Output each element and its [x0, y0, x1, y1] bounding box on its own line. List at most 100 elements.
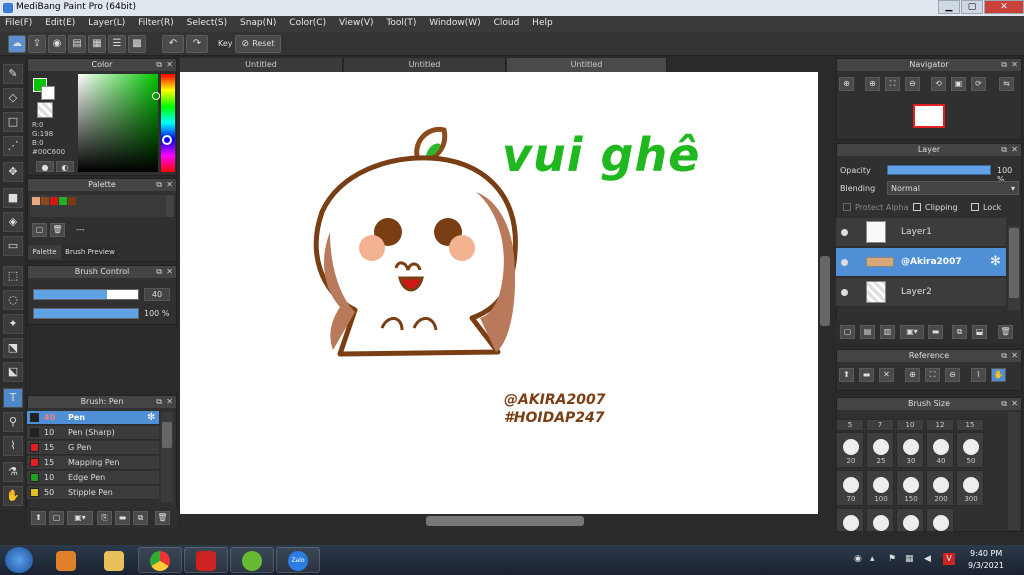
- layer-opacity-slider[interactable]: [887, 165, 991, 175]
- brush-size-cell[interactable]: [836, 508, 864, 532]
- brush-item-edge-pen[interactable]: 10 Edge Pen: [27, 471, 159, 485]
- brush-delete-icon[interactable]: 🗑: [155, 511, 170, 525]
- sub-color-swatch[interactable]: [41, 86, 55, 100]
- layer-row-layer1[interactable]: Layer1: [836, 218, 1006, 247]
- brush-size-300[interactable]: 300: [956, 470, 984, 506]
- palette-swatch[interactable]: [32, 197, 40, 205]
- brush-size-7[interactable]: 7: [866, 419, 894, 431]
- brush-dup-icon[interactable]: ⧉: [133, 511, 148, 525]
- reference-zoom-in-icon[interactable]: ⊕: [905, 368, 920, 382]
- tab-untitled-2[interactable]: Untitled: [344, 58, 506, 72]
- palette-scrollbar[interactable]: [166, 195, 174, 217]
- menu-file[interactable]: File(F): [0, 16, 37, 28]
- brush-size-70[interactable]: 70: [836, 470, 864, 506]
- brush-list-scrollbar[interactable]: [161, 412, 173, 502]
- layer-row-akira2007[interactable]: @Akira2007 ✻: [836, 248, 1006, 277]
- taskbar-chrome[interactable]: [138, 547, 182, 573]
- brush-size-30[interactable]: 30: [896, 432, 924, 468]
- menu-color[interactable]: Color(C): [284, 16, 331, 28]
- navigator-preview[interactable]: [913, 104, 945, 128]
- hue-bar[interactable]: [161, 74, 175, 172]
- tab-palette[interactable]: Palette: [28, 245, 61, 259]
- tray-chevron-icon[interactable]: ▴: [870, 554, 875, 564]
- palette-swatch[interactable]: [59, 197, 67, 205]
- new-palette-icon[interactable]: ▢: [32, 223, 47, 237]
- eye-icon[interactable]: [841, 229, 848, 236]
- panel-close-icon[interactable]: ✕: [166, 59, 173, 71]
- fill-rect-tool-icon[interactable]: ■: [3, 188, 23, 208]
- sv-cursor[interactable]: [152, 92, 160, 100]
- vertical-scroll-thumb[interactable]: [820, 256, 830, 326]
- detach-icon[interactable]: ⧉: [156, 59, 162, 71]
- vertical-scrollbar[interactable]: [818, 72, 832, 514]
- brush-new-icon[interactable]: ▢: [49, 511, 64, 525]
- detach-icon[interactable]: ⧉: [156, 396, 162, 408]
- comment-icon[interactable]: ▤: [68, 35, 86, 53]
- move-tool-icon[interactable]: ✥: [3, 162, 23, 182]
- blending-select[interactable]: Normal ▾: [887, 181, 1019, 195]
- new-layer-1bit-icon[interactable]: ▥: [880, 325, 895, 339]
- layer-scrollbar[interactable]: [1008, 226, 1020, 310]
- brush-item-pen[interactable]: 40 Pen ✻: [27, 411, 159, 425]
- panel-close-icon[interactable]: ✕: [1011, 144, 1018, 156]
- size-value[interactable]: 40: [144, 288, 170, 301]
- menu-select[interactable]: Select(S): [182, 16, 233, 28]
- brush-item-pen-sharp[interactable]: 10 Pen (Sharp): [27, 426, 159, 440]
- gear-icon[interactable]: ✻: [990, 254, 1001, 269]
- brush-size-10[interactable]: 10: [896, 419, 924, 431]
- chat-icon[interactable]: ◉: [48, 35, 66, 53]
- hue-cursor[interactable]: [162, 135, 172, 145]
- select-eraser-icon[interactable]: ⬕: [3, 362, 23, 382]
- layer-duplicate-icon[interactable]: ⧉: [952, 325, 967, 339]
- taskbar-media-player[interactable]: [44, 547, 88, 573]
- tray-network-icon[interactable]: ▦: [905, 554, 914, 564]
- brush-item-g-pen[interactable]: 15 G Pen: [27, 441, 159, 455]
- reference-dropper-icon[interactable]: ⌇: [971, 368, 986, 382]
- reference-close-icon[interactable]: ✕: [879, 368, 894, 382]
- lock-checkbox[interactable]: [971, 203, 979, 211]
- brush-size-200[interactable]: 200: [926, 470, 954, 506]
- fit-icon[interactable]: ⛶: [885, 77, 900, 91]
- menu-layer[interactable]: Layer(L): [83, 16, 130, 28]
- layer-merge-icon[interactable]: ⬓: [972, 325, 987, 339]
- layer-delete-icon[interactable]: 🗑: [998, 325, 1013, 339]
- reference-hand-icon[interactable]: ✋: [991, 368, 1006, 382]
- zoom-in-icon[interactable]: ⊕: [839, 77, 854, 91]
- brush-size-scrollbar[interactable]: [1008, 412, 1020, 530]
- brush-item-mapping-pen[interactable]: 15 Mapping Pen: [27, 456, 159, 470]
- zoom-out-icon[interactable]: ⊖: [905, 77, 920, 91]
- tab-untitled-3[interactable]: Untitled: [507, 58, 667, 72]
- document-icon[interactable]: ▦: [88, 35, 106, 53]
- layer-menu-icon[interactable]: ▣▾: [900, 325, 924, 339]
- panel-close-icon[interactable]: ✕: [166, 266, 173, 278]
- layer-scroll-thumb[interactable]: [1009, 228, 1019, 298]
- brush-size-5[interactable]: 5: [836, 419, 864, 431]
- redo-icon[interactable]: ↷: [186, 35, 208, 53]
- eye-icon[interactable]: [841, 259, 848, 266]
- close-button[interactable]: ✕: [984, 0, 1024, 14]
- transparent-swatch[interactable]: [37, 102, 53, 118]
- tray-flag-icon[interactable]: ⚑: [888, 554, 896, 564]
- brush-add-icon[interactable]: ⬆: [31, 511, 46, 525]
- text-tool-icon[interactable]: T: [3, 388, 23, 408]
- eye-icon[interactable]: [841, 289, 848, 296]
- new-layer-icon[interactable]: ▢: [840, 325, 855, 339]
- delete-palette-icon[interactable]: 🗑: [50, 223, 65, 237]
- new-layer-8bit-icon[interactable]: ▤: [860, 325, 875, 339]
- brush-size-cell[interactable]: [926, 508, 954, 532]
- undo-icon[interactable]: ↶: [162, 35, 184, 53]
- brush-copy-icon[interactable]: ⎘: [97, 511, 112, 525]
- brush-list-thumb[interactable]: [162, 422, 172, 448]
- actual-size-icon[interactable]: ▣: [951, 77, 966, 91]
- magic-wand-icon[interactable]: ✦: [3, 314, 23, 334]
- layer-row-layer2[interactable]: Layer2: [836, 278, 1006, 307]
- hand-tool-icon[interactable]: ✋: [3, 486, 23, 506]
- brush-size-150[interactable]: 150: [896, 470, 924, 506]
- panel-close-icon[interactable]: ✕: [1011, 398, 1018, 410]
- menu-help[interactable]: Help: [527, 16, 558, 28]
- maximize-button[interactable]: ▢: [961, 0, 983, 14]
- layer-folder-icon[interactable]: ▬: [928, 325, 943, 339]
- eyedropper-icon[interactable]: ⚗: [3, 462, 23, 482]
- tray-volume-icon[interactable]: ◀: [924, 554, 931, 564]
- menu-cloud[interactable]: Cloud: [489, 16, 525, 28]
